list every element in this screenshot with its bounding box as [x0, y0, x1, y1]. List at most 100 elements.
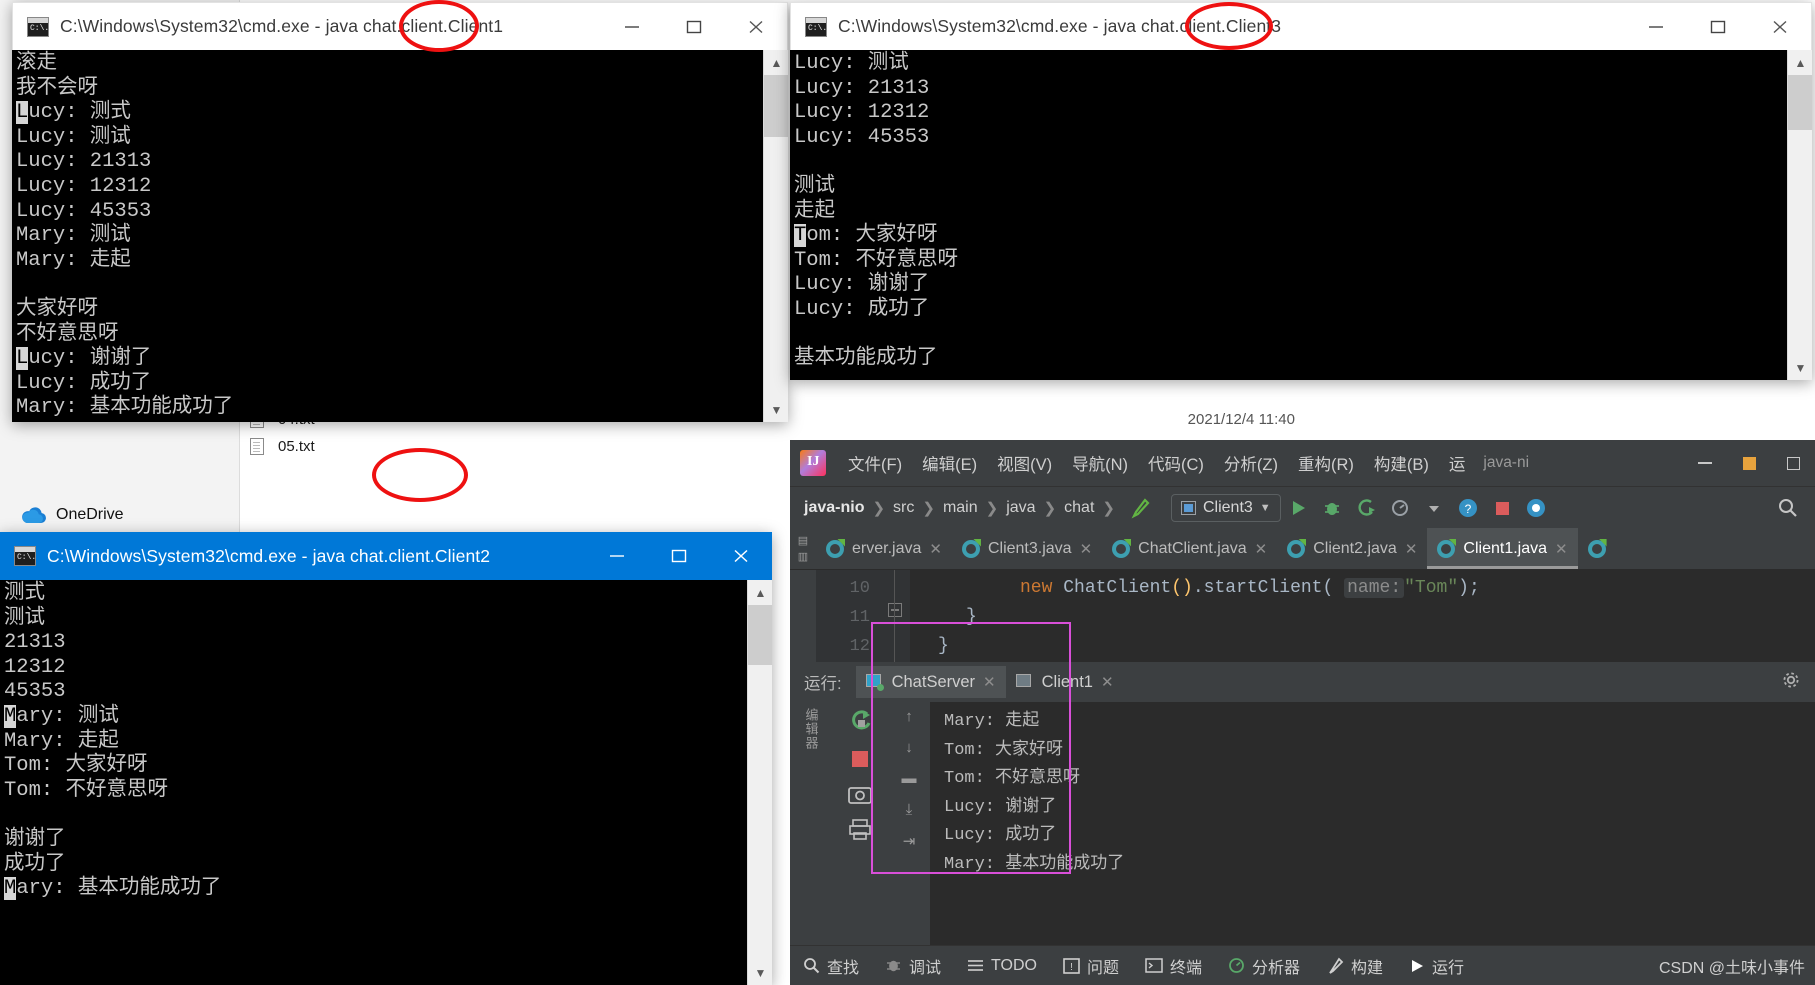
- status-todo[interactable]: TODO: [954, 957, 1050, 975]
- titlebar-client3[interactable]: C:\Windows\System32\cmd.exe - java chat.…: [790, 2, 1812, 50]
- status-debug[interactable]: 调试: [872, 954, 954, 978]
- tab-chatserver-java[interactable]: erver.java ✕: [816, 528, 952, 569]
- breadcrumb-project[interactable]: java-nio: [804, 499, 864, 517]
- close-icon[interactable]: ✕: [1255, 540, 1268, 558]
- tab-client3-java[interactable]: Client3.java ✕: [952, 528, 1102, 569]
- close-button[interactable]: [1749, 3, 1811, 50]
- scroll-up-arrow-icon[interactable]: ▲: [1788, 50, 1812, 75]
- menu-edit[interactable]: 编辑(E): [912, 440, 987, 486]
- support-icon[interactable]: [1519, 487, 1553, 529]
- scrollbar-client1[interactable]: ▲ ▼: [763, 50, 788, 422]
- menu-refactor[interactable]: 重构(R): [1288, 440, 1364, 486]
- editor-tab-bar[interactable]: ▤ ▥ erver.java ✕ Client3.java ✕ ChatClie…: [790, 528, 1815, 570]
- structure-tool-icon[interactable]: ▥: [798, 550, 808, 563]
- sidebar-item-onedrive[interactable]: OneDrive: [0, 498, 240, 532]
- window-client2[interactable]: C:\Windows\System32\cmd.exe - java chat.…: [0, 532, 772, 985]
- gear-icon[interactable]: [1781, 670, 1801, 694]
- run-tool-window[interactable]: 运行: ChatServer ✕ Client1 ✕ 编辑器 ↑ ↓ ▬ ⤓ ⇥…: [790, 622, 1815, 945]
- menu-code[interactable]: 代码(C): [1138, 440, 1214, 486]
- window-intellij-idea[interactable]: IJ 文件(F) 编辑(E) 视图(V) 导航(N) 代码(C) 分析(Z) 重…: [790, 440, 1815, 985]
- menu-analyze[interactable]: 分析(Z): [1214, 440, 1288, 486]
- menu-build[interactable]: 构建(B): [1364, 440, 1439, 486]
- export-icon[interactable]: ⇥: [903, 832, 916, 850]
- debug-icon[interactable]: [1315, 487, 1349, 529]
- soft-wrap-icon[interactable]: ▬: [902, 770, 917, 787]
- close-icon[interactable]: ✕: [1405, 540, 1418, 558]
- scrollbar-thumb[interactable]: [764, 75, 788, 137]
- run-tab-client1[interactable]: Client1 ✕: [1006, 666, 1124, 698]
- close-icon[interactable]: ✕: [1101, 673, 1114, 691]
- help-icon[interactable]: ?: [1451, 487, 1485, 529]
- scrollbar-thumb[interactable]: [748, 605, 772, 665]
- run-side-strip[interactable]: 编辑器: [790, 702, 832, 945]
- status-run[interactable]: 运行: [1396, 954, 1477, 978]
- run-configuration-selector[interactable]: Client3 ▼: [1170, 493, 1281, 522]
- idea-restore-button[interactable]: [1727, 440, 1771, 486]
- scroll-down-arrow-icon[interactable]: ▼: [764, 397, 788, 422]
- close-icon[interactable]: ✕: [1080, 540, 1093, 558]
- status-profiler[interactable]: 分析器: [1215, 954, 1313, 978]
- run-action-toolbar-2[interactable]: ↑ ↓ ▬ ⤓ ⇥: [888, 702, 930, 945]
- menu-run[interactable]: 运: [1439, 440, 1476, 486]
- chevron-down-icon[interactable]: [1417, 487, 1451, 529]
- search-icon[interactable]: [1771, 487, 1805, 529]
- status-find[interactable]: 查找: [790, 954, 872, 978]
- maximize-button[interactable]: [1687, 3, 1749, 50]
- breadcrumb-src[interactable]: src: [893, 499, 914, 517]
- stop-icon[interactable]: [1485, 487, 1519, 529]
- status-problems[interactable]: ! 问题: [1050, 954, 1132, 978]
- maximize-button[interactable]: [648, 532, 710, 580]
- tab-client2-java[interactable]: Client2.java ✕: [1277, 528, 1427, 569]
- idea-maximize-button[interactable]: [1771, 440, 1815, 486]
- scrollbar-client3[interactable]: ▲ ▼: [1787, 50, 1812, 380]
- minimize-button[interactable]: [601, 3, 663, 50]
- rerun-icon[interactable]: [847, 708, 873, 738]
- idea-minimize-button[interactable]: [1683, 440, 1727, 486]
- titlebar-client1[interactable]: C:\Windows\System32\cmd.exe - java chat.…: [12, 2, 788, 50]
- menu-view[interactable]: 视图(V): [987, 440, 1062, 486]
- breadcrumb-java[interactable]: java: [1006, 499, 1035, 517]
- chevron-down-icon[interactable]: ▼: [1260, 502, 1271, 514]
- status-build[interactable]: 构建: [1313, 954, 1396, 978]
- window-client1[interactable]: C:\Windows\System32\cmd.exe - java chat.…: [12, 2, 788, 422]
- stop-icon[interactable]: [849, 748, 871, 774]
- scrollbar-thumb[interactable]: [1788, 75, 1812, 130]
- console-body-client3[interactable]: Lucy: 测试 Lucy: 21313 Lucy: 12312 Lucy: 4…: [790, 50, 1812, 380]
- up-arrow-icon[interactable]: ↑: [905, 708, 913, 725]
- print-icon[interactable]: [848, 818, 872, 844]
- tab-chatclient-java[interactable]: ChatClient.java ✕: [1102, 528, 1277, 569]
- minimize-button[interactable]: [586, 532, 648, 580]
- scroll-to-end-icon[interactable]: ⤓: [906, 801, 913, 818]
- console-body-client2[interactable]: 测式 测试 21313 12312 45353 Mary: 测试 Mary: 走…: [0, 580, 772, 985]
- debug-stripe-label[interactable]: 编辑器: [802, 708, 821, 750]
- tab-client1-java[interactable]: Client1.java ✕: [1427, 528, 1578, 569]
- breadcrumb-main[interactable]: main: [943, 499, 978, 517]
- breadcrumb-chat[interactable]: chat: [1064, 499, 1094, 517]
- tool-window-stripe-left[interactable]: ▤ ▥: [790, 528, 816, 569]
- project-tool-icon[interactable]: ▤: [798, 534, 808, 547]
- close-icon[interactable]: ✕: [1555, 540, 1568, 558]
- run-console-output[interactable]: Mary: 走起 Tom: 大家好呀 Tom: 不好意思呀 Lucy: 谢谢了 …: [930, 702, 1815, 945]
- idea-navigation-bar[interactable]: java-nio ❯ src ❯ main ❯ java ❯ chat ❯ Cl…: [790, 486, 1815, 528]
- window-client3[interactable]: C:\Windows\System32\cmd.exe - java chat.…: [790, 2, 1812, 380]
- run-with-coverage-icon[interactable]: [1349, 487, 1383, 529]
- run-tool-header[interactable]: 运行: ChatServer ✕ Client1 ✕: [790, 662, 1815, 702]
- run-action-toolbar[interactable]: [832, 702, 888, 945]
- hammer-icon[interactable]: [1123, 487, 1157, 529]
- status-terminal[interactable]: 终端: [1132, 954, 1215, 978]
- idea-menubar[interactable]: IJ 文件(F) 编辑(E) 视图(V) 导航(N) 代码(C) 分析(Z) 重…: [790, 440, 1815, 486]
- code-content[interactable]: new ChatClient().startClient( name: "Tom"…: [910, 570, 1815, 662]
- code-editor[interactable]: 10 11 12 new ChatClient().startClient( n…: [790, 570, 1815, 662]
- scrollbar-client2[interactable]: ▲ ▼: [747, 580, 772, 985]
- scroll-up-arrow-icon[interactable]: ▲: [748, 580, 772, 605]
- run-tool-body[interactable]: 编辑器 ↑ ↓ ▬ ⤓ ⇥ Mary: 走起 Tom: 大家好呀 Tom: 不好…: [790, 702, 1815, 945]
- minimize-button[interactable]: [1625, 3, 1687, 50]
- close-button[interactable]: [725, 3, 787, 50]
- scroll-up-arrow-icon[interactable]: ▲: [764, 50, 788, 75]
- titlebar-client2[interactable]: C:\Windows\System32\cmd.exe - java chat.…: [0, 532, 772, 580]
- profile-icon[interactable]: [1383, 487, 1417, 529]
- maximize-button[interactable]: [663, 3, 725, 50]
- scroll-down-arrow-icon[interactable]: ▼: [748, 960, 772, 985]
- idea-status-bar[interactable]: 查找 调试 TODO ! 问题 终端 分析器 构建 运行 CSDN @土味小事件: [790, 945, 1815, 985]
- scroll-down-arrow-icon[interactable]: ▼: [1788, 355, 1812, 380]
